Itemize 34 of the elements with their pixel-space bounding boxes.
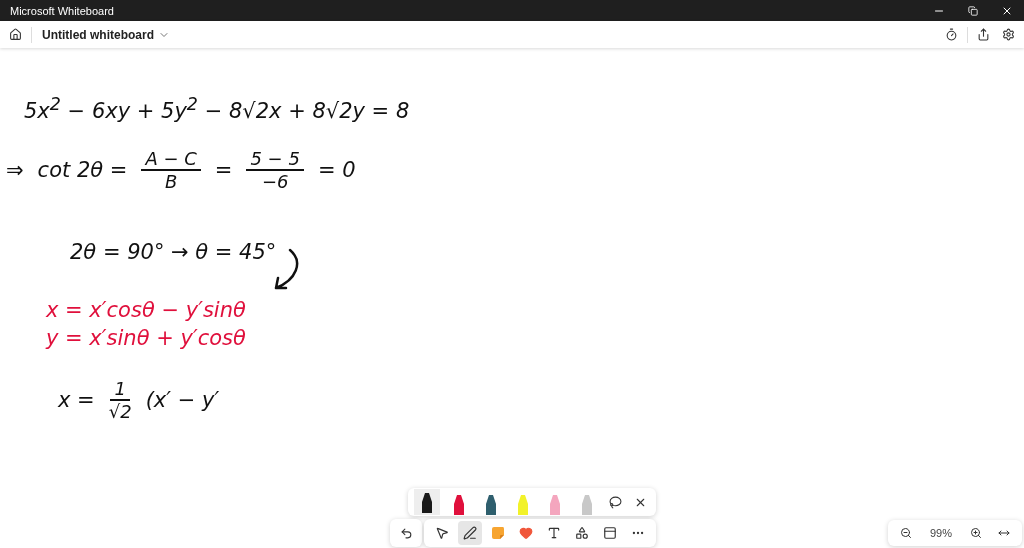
pointer-icon xyxy=(435,526,449,540)
handwritten-fraction: A − C B xyxy=(141,148,201,192)
board-title-menu[interactable]: Untitled whiteboard xyxy=(38,25,174,44)
restore-icon xyxy=(968,5,978,16)
pen-icon xyxy=(463,526,477,540)
text-icon xyxy=(547,526,561,540)
handwritten-text: x = xyxy=(58,388,95,412)
undo-icon xyxy=(399,526,413,540)
handwritten-text: = 0 xyxy=(317,158,356,182)
template-icon xyxy=(603,526,617,540)
handwritten-text: (x′ − y′ xyxy=(145,388,220,412)
handwritten-fraction: 1 √2 xyxy=(108,378,132,422)
timer-icon xyxy=(945,28,958,41)
pen-tool[interactable] xyxy=(458,521,482,545)
window-title: Microsoft Whiteboard xyxy=(10,4,115,17)
handwritten-text: x = x′cosθ − y′sinθ xyxy=(46,298,246,322)
handwritten-fraction: 5 − 5 −6 xyxy=(246,148,304,192)
sticky-note-icon xyxy=(491,526,505,540)
handwritten-text: 2θ = 90° → θ = 45° xyxy=(70,240,277,264)
pen-swatch[interactable] xyxy=(414,489,440,515)
zoom-in-icon xyxy=(970,527,983,539)
heart-icon xyxy=(519,526,533,540)
handwritten-text: cot 2θ = xyxy=(37,158,128,182)
zoom-level: 99% xyxy=(930,527,953,539)
settings-icon xyxy=(1002,28,1015,41)
handwritten-text: = xyxy=(214,158,233,182)
shapes-icon xyxy=(575,526,589,540)
home-icon xyxy=(9,28,22,41)
handwritten-text: 5x$^{2}$ − 6xy + 5y$^{2}$ − 8√2x + 8√2y = 8 xyxy=(24,94,410,123)
share-icon xyxy=(977,28,990,41)
handwritten-text: ⇒ xyxy=(6,158,24,182)
zoom-out-icon xyxy=(900,527,912,539)
lasso-icon xyxy=(609,495,622,509)
handwritten-text: y = x′sinθ + y′cosθ xyxy=(46,326,246,350)
